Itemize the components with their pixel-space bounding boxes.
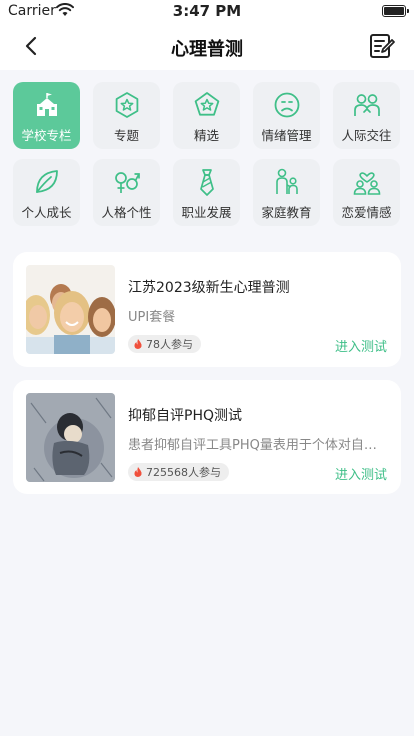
- leaf-icon: [35, 170, 58, 193]
- participants-count: 78人参与: [146, 338, 193, 351]
- category-label: 人格个性: [101, 205, 152, 220]
- category-featured[interactable]: 精选: [173, 82, 240, 149]
- category-label: 精选: [193, 128, 219, 143]
- category-label: 恋爱情感: [341, 205, 392, 220]
- test-card[interactable]: 抑郁自评PHQ测试 患者抑郁自评工具PHQ量表用于个体对自我抑郁状态的评估 72…: [13, 380, 401, 494]
- enter-test-link[interactable]: 进入测试: [335, 464, 387, 483]
- category-emotion[interactable]: 情绪管理: [253, 82, 320, 149]
- category-school[interactable]: 学校专栏: [13, 82, 80, 149]
- status-bar: Carrier 3:47 PM: [0, 0, 414, 22]
- fire-icon: [134, 467, 142, 477]
- nav-bar: 心理普测: [0, 22, 414, 70]
- couple-heart-icon: [353, 172, 380, 195]
- test-card[interactable]: 江苏2023级新生心理普测 UPI套餐 78人参与 进入测试: [13, 252, 401, 367]
- page-title: 心理普测: [171, 39, 243, 60]
- test-subtitle: 患者抑郁自评工具PHQ量表用于个体对自我抑郁状态的评估: [128, 438, 388, 453]
- test-subtitle: UPI套餐: [128, 310, 176, 325]
- school-icon: [36, 93, 57, 116]
- category-label: 学校专栏: [21, 128, 72, 143]
- participants-badge: 725568人参与: [128, 463, 229, 481]
- category-family[interactable]: 家庭教育: [253, 159, 320, 226]
- category-label: 专题: [113, 128, 139, 143]
- family-icon: [275, 168, 298, 194]
- category-growth[interactable]: 个人成长: [13, 159, 80, 226]
- fire-icon: [134, 339, 142, 349]
- test-title: 江苏2023级新生心理普测: [128, 280, 290, 296]
- category-love[interactable]: 恋爱情感: [333, 159, 400, 226]
- sad-face-icon: [274, 92, 299, 118]
- category-topic[interactable]: 专题: [93, 82, 160, 149]
- participants-badge: 78人参与: [128, 335, 201, 353]
- enter-test-link[interactable]: 进入测试: [335, 336, 387, 355]
- category-label: 职业发展: [181, 205, 232, 220]
- tie-icon: [199, 169, 214, 196]
- category-career[interactable]: 职业发展: [173, 159, 240, 226]
- category-personality[interactable]: 人格个性: [93, 159, 160, 226]
- category-label: 情绪管理: [261, 128, 312, 143]
- test-thumbnail-group-photo: [26, 265, 115, 354]
- edit-note-icon[interactable]: [368, 32, 396, 60]
- category-label: 人际交往: [341, 128, 392, 143]
- gender-icon: [114, 172, 140, 193]
- battery-icon: [382, 5, 409, 17]
- participants-count: 725568人参与: [146, 466, 221, 479]
- people-icon: [353, 94, 380, 116]
- hexagon-star-icon: [115, 92, 138, 118]
- category-label: 个人成长: [21, 205, 72, 220]
- category-label: 家庭教育: [261, 205, 312, 220]
- category-grid: 学校专栏 专题 精选 情绪管理 人际交往 个人成长 人格个性 职业发展 家庭教育…: [13, 82, 401, 226]
- pentagon-star-icon: [194, 92, 219, 116]
- test-title: 抑郁自评PHQ测试: [128, 408, 242, 424]
- test-thumbnail-sketch: [26, 393, 115, 482]
- clock: 3:47 PM: [172, 2, 242, 20]
- category-social[interactable]: 人际交往: [333, 82, 400, 149]
